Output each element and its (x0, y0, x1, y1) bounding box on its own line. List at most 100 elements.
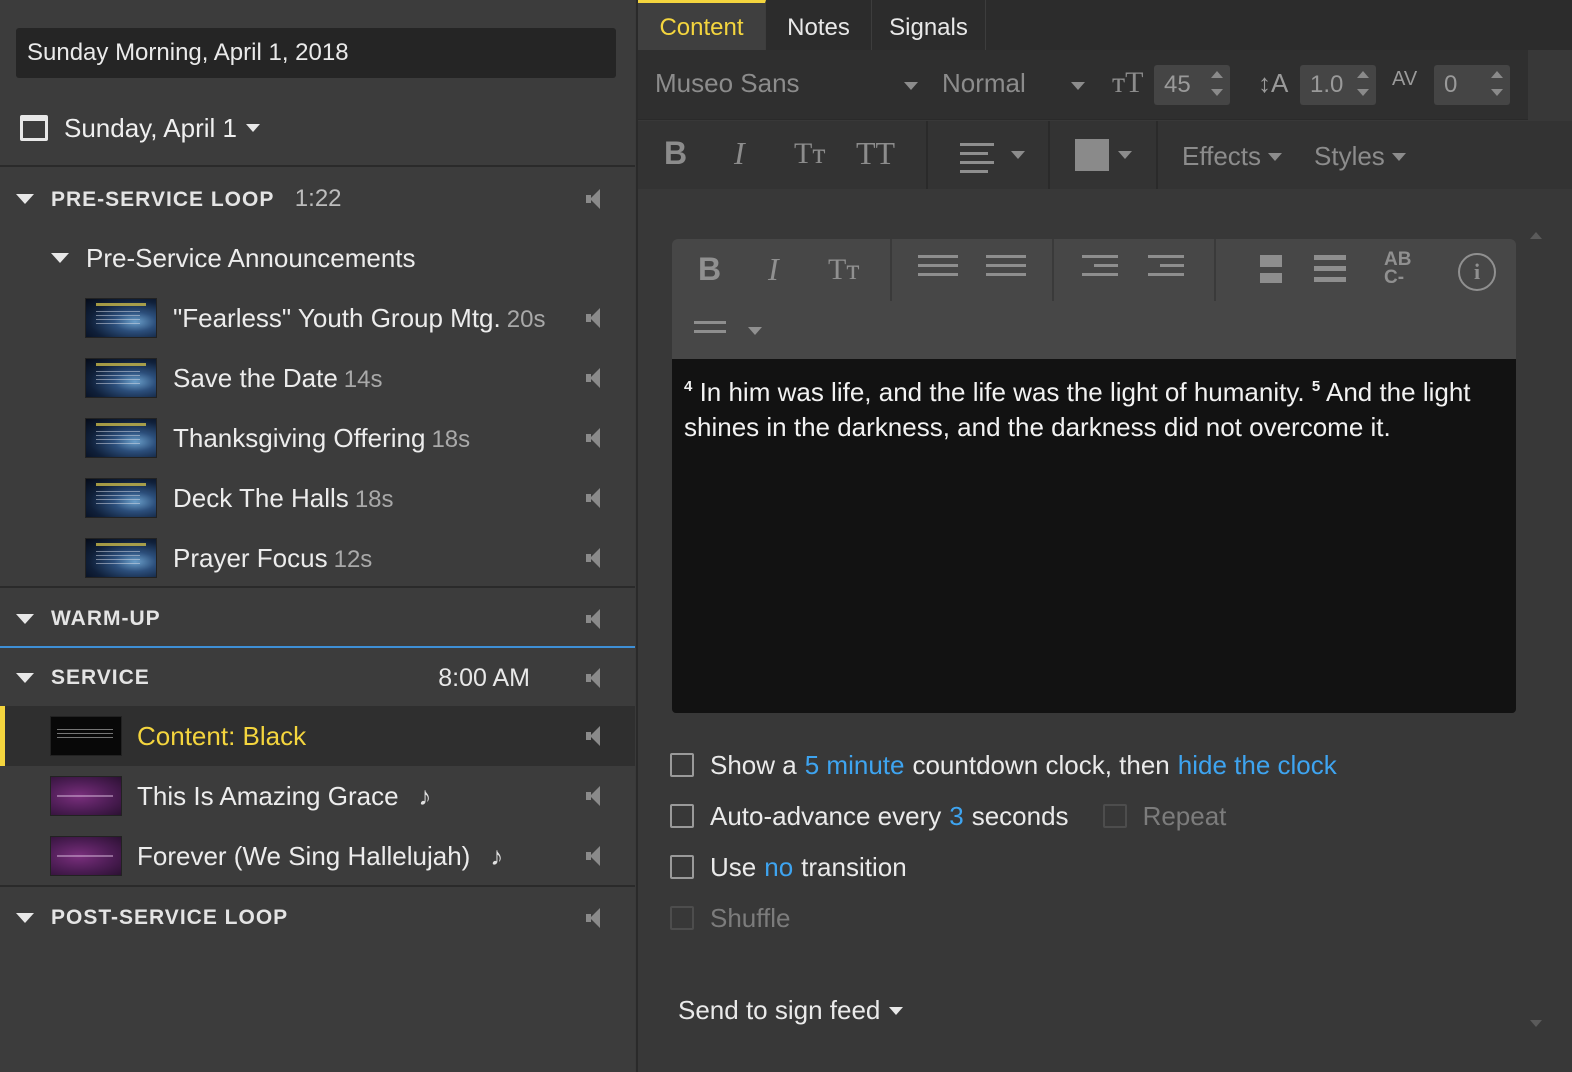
plan-title-field[interactable]: Sunday Morning, April 1, 2018 (16, 28, 616, 78)
slide-thumbnail (85, 298, 157, 338)
service-start-time[interactable]: 8:00 AM (438, 664, 530, 693)
increment-icon[interactable] (1211, 71, 1223, 78)
speaker-icon[interactable] (586, 189, 600, 209)
spellcheck-icon[interactable]: AB C- (1384, 250, 1411, 287)
transition-option: Use no transition (670, 852, 907, 882)
date-selector[interactable]: Sunday, April 1 (20, 108, 260, 148)
speaker-icon[interactable] (586, 668, 600, 688)
shuffle-checkbox[interactable] (670, 906, 694, 930)
decrement-icon[interactable] (1211, 89, 1223, 96)
verse-text: In him was life, and the life was the li… (692, 377, 1312, 407)
chevron-down-icon[interactable] (1268, 153, 1282, 161)
italic-icon[interactable]: I (768, 251, 779, 288)
section-warm-up[interactable]: WARM-UP (0, 590, 635, 648)
chevron-down-icon[interactable] (1011, 151, 1025, 159)
advance-seconds-link[interactable]: 3 (949, 801, 963, 832)
section-service[interactable]: SERVICE 8:00 AM (0, 649, 635, 707)
horizontal-rule-icon[interactable] (1314, 255, 1346, 288)
editor-toolbar: B I Tт AB C- i (672, 239, 1516, 359)
align-left-icon[interactable] (960, 143, 994, 179)
insert-block-icon[interactable] (1246, 255, 1282, 289)
tab-notes[interactable]: Notes (766, 0, 872, 50)
item-title: Content: Black (137, 721, 307, 751)
group-label: Pre-Service Announcements (86, 242, 416, 273)
scroll-down-icon[interactable] (1530, 1020, 1542, 1027)
outdent-icon[interactable] (1082, 255, 1118, 282)
list-item-active[interactable]: Content: Black (0, 706, 635, 766)
collapse-triangle-icon[interactable] (16, 194, 34, 204)
section-label: POST-SERVICE LOOP (51, 906, 289, 929)
collapse-triangle-icon[interactable] (51, 253, 69, 263)
speaker-icon[interactable] (586, 786, 600, 806)
slide-text-editor[interactable]: 4 In him was life, and the life was the … (672, 359, 1516, 713)
line-height-input[interactable]: 1.0 (1300, 65, 1376, 105)
info-icon[interactable]: i (1458, 253, 1496, 291)
speaker-icon[interactable] (586, 308, 600, 328)
styles-menu[interactable]: Styles (1314, 141, 1385, 172)
chevron-down-icon[interactable] (1118, 151, 1132, 159)
countdown-checkbox[interactable] (670, 753, 694, 777)
effects-menu[interactable]: Effects (1182, 141, 1261, 172)
italic-icon[interactable]: I (734, 135, 745, 172)
transition-checkbox[interactable] (670, 855, 694, 879)
increment-icon[interactable] (1357, 71, 1369, 78)
collapse-triangle-icon[interactable] (16, 913, 34, 923)
speaker-icon[interactable] (586, 548, 600, 568)
speaker-icon[interactable] (586, 488, 600, 508)
font-family-select[interactable]: Museo Sans (655, 68, 800, 99)
collapse-triangle-icon[interactable] (16, 614, 34, 624)
list-item[interactable]: This Is Amazing Grace ♪ (0, 766, 635, 826)
slide-text[interactable]: 4 In him was life, and the life was the … (684, 369, 1504, 445)
small-caps-icon[interactable]: Tт (794, 137, 825, 171)
all-caps-icon[interactable]: TT (856, 135, 895, 172)
transition-type-link[interactable]: no (764, 852, 793, 883)
auto-advance-option: Auto-advance every 3 seconds Repeat (670, 801, 1226, 831)
decrement-icon[interactable] (1357, 89, 1369, 96)
bulleted-list-icon[interactable] (918, 255, 958, 282)
repeat-checkbox[interactable] (1102, 804, 1127, 828)
section-post-service-loop[interactable]: POST-SERVICE LOOP (0, 889, 635, 947)
list-item[interactable]: Forever (We Sing Hallelujah) ♪ (0, 826, 635, 886)
list-item[interactable]: Save the Date 14s (0, 348, 635, 408)
list-item[interactable]: Prayer Focus 12s (0, 528, 635, 588)
chevron-down-icon[interactable] (904, 82, 918, 90)
item-duration: 12s (333, 546, 373, 573)
small-caps-icon[interactable]: Tт (828, 253, 859, 287)
list-item[interactable]: "Fearless" Youth Group Mtg. 20s (0, 288, 635, 348)
countdown-duration-link[interactable]: 5 minute (805, 750, 905, 781)
speaker-icon[interactable] (586, 846, 600, 866)
speaker-icon[interactable] (586, 368, 600, 388)
item-title: Thanksgiving Offering (173, 423, 426, 453)
section-pre-service-loop[interactable]: PRE-SERVICE LOOP 1:22 (0, 170, 635, 228)
font-weight-select[interactable]: Normal (942, 68, 1026, 99)
send-to-sign-feed-menu[interactable]: Send to sign feed (678, 995, 904, 1026)
indent-icon[interactable] (1148, 255, 1184, 282)
item-duration: 14s (343, 366, 383, 393)
collapse-triangle-icon[interactable] (16, 673, 34, 683)
chevron-down-icon[interactable] (748, 327, 762, 335)
font-size-input[interactable]: 45 (1154, 65, 1230, 105)
scroll-up-icon[interactable] (1530, 232, 1542, 239)
speaker-icon[interactable] (586, 428, 600, 448)
list-item[interactable]: Thanksgiving Offering 18s (0, 408, 635, 468)
speaker-icon[interactable] (586, 908, 600, 928)
list-item[interactable]: Deck The Halls 18s (0, 468, 635, 528)
group-pre-service-announcements[interactable]: Pre-Service Announcements (0, 229, 635, 287)
tracking-input[interactable]: 0 (1434, 65, 1510, 105)
speaker-icon[interactable] (586, 609, 600, 629)
increment-icon[interactable] (1491, 71, 1503, 78)
tab-signals[interactable]: Signals (872, 0, 986, 50)
format-more-icon[interactable] (694, 321, 726, 339)
auto-advance-checkbox[interactable] (670, 804, 694, 828)
countdown-action-link[interactable]: hide the clock (1178, 750, 1337, 781)
numbered-list-icon[interactable] (986, 255, 1026, 282)
text-color-swatch[interactable] (1075, 139, 1109, 171)
speaker-icon[interactable] (586, 726, 600, 746)
option-text: seconds (971, 800, 1069, 831)
decrement-icon[interactable] (1491, 89, 1503, 96)
bold-icon[interactable]: B (698, 251, 721, 288)
chevron-down-icon[interactable] (1392, 153, 1406, 161)
chevron-down-icon[interactable] (1071, 82, 1085, 90)
bold-icon[interactable]: B (664, 135, 687, 172)
tab-content[interactable]: Content (638, 0, 766, 50)
